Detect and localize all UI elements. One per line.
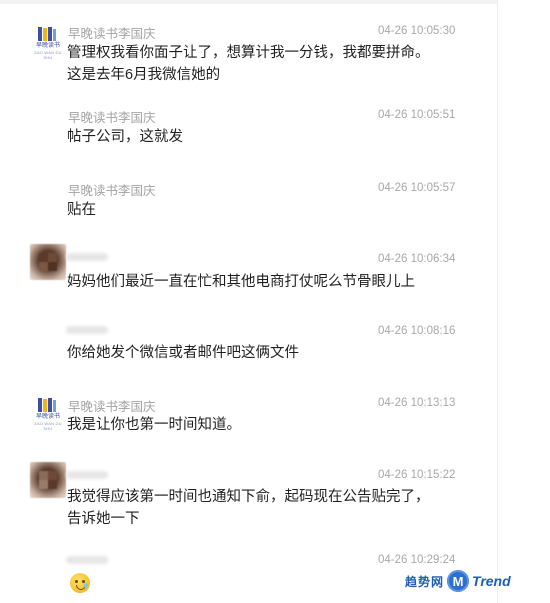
right-edge-divider <box>497 0 498 603</box>
logo-caption: 早晚读书 <box>35 414 60 420</box>
message-timestamp: 04-26 10:08:16 <box>378 325 456 337</box>
message-timestamp: 04-26 10:13:13 <box>378 397 456 409</box>
watermark-brand-text: Trend <box>472 573 511 589</box>
avatar[interactable]: 早晚读书 ZAO WAN DU SHU <box>30 394 66 430</box>
sender-name: 早晚读书李国庆 <box>68 111 156 125</box>
avatar[interactable]: 早晚读书 ZAO WAN DU SHU <box>30 23 66 59</box>
logo-subcaption: ZAO WAN DU SHU <box>34 50 62 59</box>
avatar[interactable] <box>30 462 66 498</box>
sender-name-blurred <box>66 326 108 334</box>
message-text[interactable]: 你给她发个微信或者邮件吧这俩文件 <box>67 342 437 364</box>
logo-subcaption: ZAO WAN DU SHU <box>34 421 62 430</box>
message-timestamp: 04-26 10:06:34 <box>378 253 456 265</box>
message-text[interactable]: 我是让你也第一时间知道。 <box>67 414 437 436</box>
message-timestamp: 04-26 10:15:22 <box>378 469 456 481</box>
message-timestamp: 04-26 10:05:30 <box>378 25 456 37</box>
sender-name: 早晚读书李国庆 <box>68 184 156 198</box>
message-timestamp: 04-26 10:05:51 <box>378 109 456 121</box>
sender-name-blurred <box>66 253 108 261</box>
message-text[interactable]: 贴在 <box>67 199 437 221</box>
logo-caption: 早晚读书 <box>35 43 60 49</box>
sender-name: 早晚读书李国庆 <box>68 27 156 41</box>
sender-name: 早晚读书李国庆 <box>68 400 156 414</box>
message-timestamp: 04-26 10:05:57 <box>378 182 456 194</box>
avatar[interactable] <box>30 244 66 280</box>
book-logo-icon <box>38 398 56 412</box>
message-text[interactable]: 妈妈他们最近一直在忙和其他电商打仗呢么节骨眼儿上 <box>67 271 437 293</box>
watermark-cn-text: 趋势网 <box>405 574 445 589</box>
sweat-smile-emoji-icon <box>70 573 90 593</box>
message-text[interactable]: 帖子公司，这就发 <box>67 126 437 148</box>
message-text[interactable]: 我觉得应该第一时间也通知下俞，起码现在公告贴完了，告诉她一下 <box>67 486 437 530</box>
top-edge-divider <box>0 0 497 4</box>
site-watermark: 趋势网 M Trend <box>405 570 511 592</box>
sender-name-blurred <box>66 556 108 564</box>
sender-name-blurred <box>66 471 108 479</box>
watermark-m-badge-icon: M <box>447 570 470 592</box>
message-timestamp: 04-26 10:29:24 <box>378 554 456 566</box>
message-text[interactable]: 管理权我看你面子让了，想算计我一分钱，我都要拼命。这是去年6月我微信她的 <box>67 42 437 86</box>
book-logo-icon <box>38 27 56 41</box>
